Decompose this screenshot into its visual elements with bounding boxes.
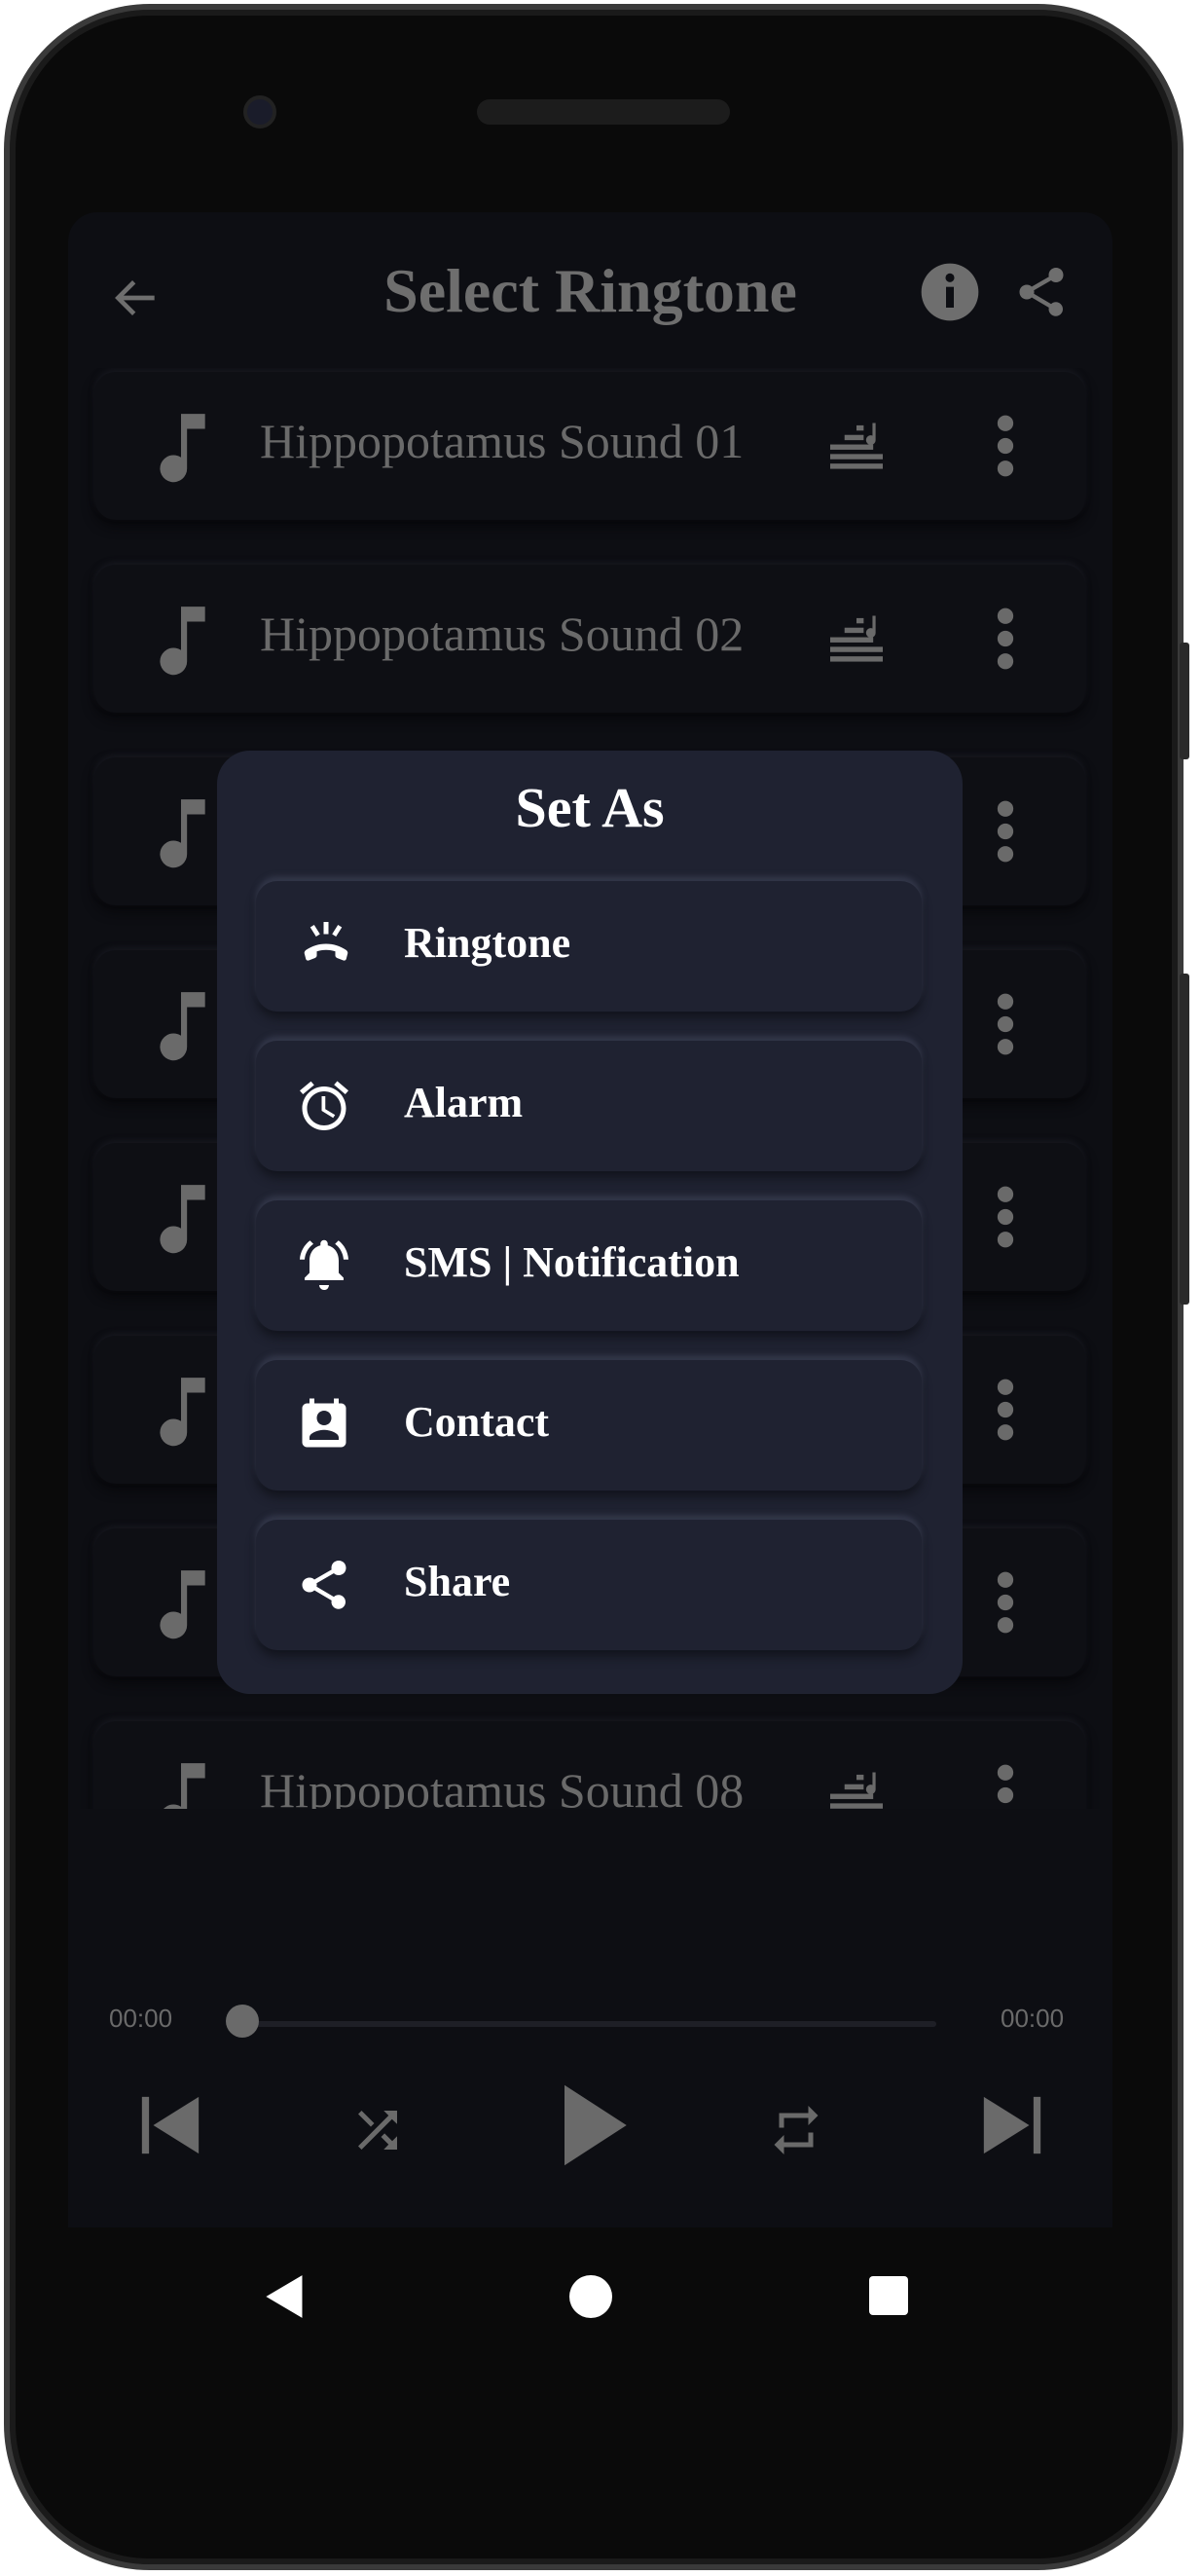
- option-ringtone[interactable]: Ringtone: [256, 881, 922, 1012]
- option-label: Ringtone: [404, 919, 571, 967]
- share-icon: [302, 1561, 346, 1609]
- play-icon[interactable]: [555, 2081, 633, 2169]
- ringtone-name: Hippopotamus Sound 01: [260, 414, 745, 468]
- seek-thumb[interactable]: [226, 2005, 259, 2038]
- current-time: 00:00: [109, 2004, 173, 2033]
- earpiece-speaker: [477, 99, 730, 125]
- repeat-icon[interactable]: [767, 2101, 825, 2159]
- ringtone-name: Hippopotamus Sound 02: [260, 607, 745, 661]
- more-options-icon[interactable]: [994, 1186, 1017, 1248]
- share-icon[interactable]: [1012, 263, 1071, 321]
- contact-icon: [302, 1398, 346, 1448]
- more-options-icon[interactable]: [994, 1764, 1017, 1809]
- equalizer-icon[interactable]: [830, 423, 883, 471]
- music-note-icon: [160, 799, 205, 868]
- music-note-icon: [164, 1763, 205, 1809]
- ringtone-list-item[interactable]: Hippopotamus Sound 08: [94, 1721, 1085, 1809]
- option-contact[interactable]: Contact: [256, 1360, 922, 1490]
- more-options-icon[interactable]: [994, 415, 1017, 477]
- ringtone-name: Hippopotamus Sound 08: [260, 1763, 745, 1809]
- music-note-icon: [160, 414, 205, 483]
- music-note-icon: [160, 1185, 205, 1254]
- ringing-phone-icon: [304, 922, 348, 961]
- dialog-title: Set As: [515, 776, 665, 839]
- option-alarm[interactable]: Alarm: [256, 1041, 922, 1171]
- volume-button: [1180, 974, 1189, 1305]
- nav-back-icon[interactable]: [263, 2273, 308, 2320]
- music-note-icon: [160, 992, 205, 1061]
- music-note-icon: [160, 607, 205, 676]
- alarm-clock-icon: [300, 1081, 348, 1130]
- next-icon[interactable]: [978, 2091, 1046, 2159]
- option-label: Alarm: [404, 1079, 524, 1126]
- music-note-icon: [160, 1570, 205, 1639]
- app-screen: Select Ringtone Hippopotamus Sound 01 Hi…: [68, 212, 1112, 2227]
- music-note-icon: [160, 1378, 205, 1447]
- ringtone-list-item[interactable]: Hippopotamus Sound 01: [94, 372, 1085, 520]
- ringtone-list-item[interactable]: Hippopotamus Sound 02: [94, 565, 1085, 713]
- more-options-icon[interactable]: [994, 1571, 1017, 1634]
- option-sms-notification[interactable]: SMS | Notification: [256, 1200, 922, 1331]
- front-camera: [243, 95, 276, 129]
- more-options-icon[interactable]: [994, 607, 1017, 670]
- option-label: Contact: [404, 1398, 550, 1446]
- option-share[interactable]: Share: [256, 1520, 922, 1650]
- info-icon[interactable]: [919, 261, 981, 323]
- nav-recents-icon[interactable]: [869, 2276, 908, 2315]
- equalizer-icon[interactable]: [830, 1772, 883, 1809]
- more-options-icon[interactable]: [994, 993, 1017, 1055]
- more-options-icon[interactable]: [994, 1379, 1017, 1441]
- previous-icon[interactable]: [136, 2091, 204, 2159]
- shuffle-icon[interactable]: [348, 2101, 407, 2159]
- option-label: Share: [404, 1558, 511, 1605]
- option-label: SMS | Notification: [404, 1238, 740, 1286]
- nav-home-icon[interactable]: [569, 2275, 612, 2318]
- total-time: 00:00: [1001, 2004, 1065, 2033]
- notification-bell-icon: [300, 1239, 348, 1290]
- equalizer-icon[interactable]: [830, 615, 883, 664]
- more-options-icon[interactable]: [994, 800, 1017, 863]
- seek-bar[interactable]: [243, 2021, 936, 2027]
- power-button: [1180, 643, 1189, 759]
- set-as-dialog: Set As Ringtone Alarm SMS | Notification…: [217, 751, 963, 1694]
